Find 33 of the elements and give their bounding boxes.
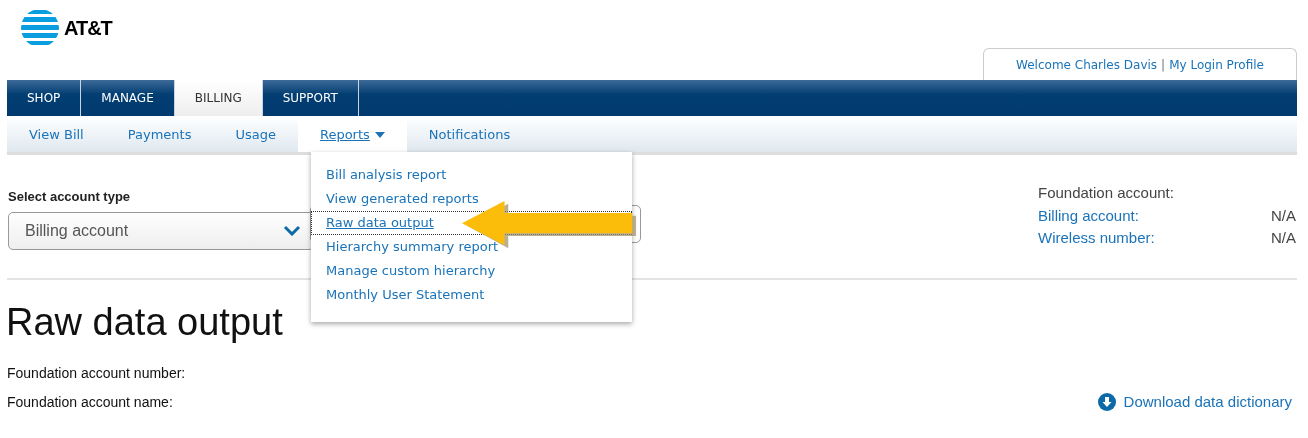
field-label: Foundation account name: — [7, 393, 174, 413]
sub-nav-tab[interactable]: Notifications — [406, 118, 533, 152]
account-type-select[interactable]: Billing account — [8, 211, 314, 250]
menu-item[interactable]: Raw data output — [326, 216, 434, 230]
separator-text: | — [1161, 56, 1166, 74]
info-label: Wireless number: — [1038, 228, 1155, 248]
sub-nav-tab[interactable]: View Bill — [7, 118, 106, 152]
info-label: Foundation account: — [1038, 183, 1174, 203]
info-label: Billing account: — [1038, 205, 1139, 226]
sub-nav-tab[interactable]: Payments — [105, 118, 214, 152]
login-profile-link[interactable]: My Login Profile — [1169, 55, 1264, 74]
globe-logo-icon — [20, 8, 60, 48]
menu-item[interactable]: Monthly User Statement — [326, 288, 485, 302]
sub-nav-tab[interactable]: Usage — [213, 118, 298, 152]
menu-item[interactable]: Bill analysis report — [326, 168, 447, 182]
download-icon — [1097, 392, 1116, 411]
info-value: N/A — [1271, 205, 1296, 226]
logo-text: AT&T — [64, 16, 112, 41]
download-link[interactable]: Download data dictionary — [1097, 390, 1292, 414]
menu-item[interactable]: View generated reports — [326, 192, 479, 206]
sub-nav-tab[interactable]: Reports — [297, 118, 407, 152]
page-title: Raw data output — [6, 299, 283, 345]
info-value: N/A — [1271, 228, 1296, 248]
nav-tab[interactable]: SHOP — [7, 80, 82, 116]
menu-item[interactable]: Manage custom hierarchy — [326, 264, 496, 278]
menu-item[interactable]: Hierarchy summary report — [326, 240, 499, 254]
welcome-text: Welcome Charles Davis — [1016, 56, 1158, 74]
nav-tab[interactable]: MANAGE — [81, 80, 175, 116]
nav-tab[interactable]: SUPPORT — [262, 80, 359, 116]
field-label: Foundation account number: — [7, 364, 186, 384]
chevron-down-icon — [283, 225, 301, 236]
field-label: Select account type — [8, 188, 132, 206]
nav-tab[interactable]: BILLING — [174, 80, 263, 116]
